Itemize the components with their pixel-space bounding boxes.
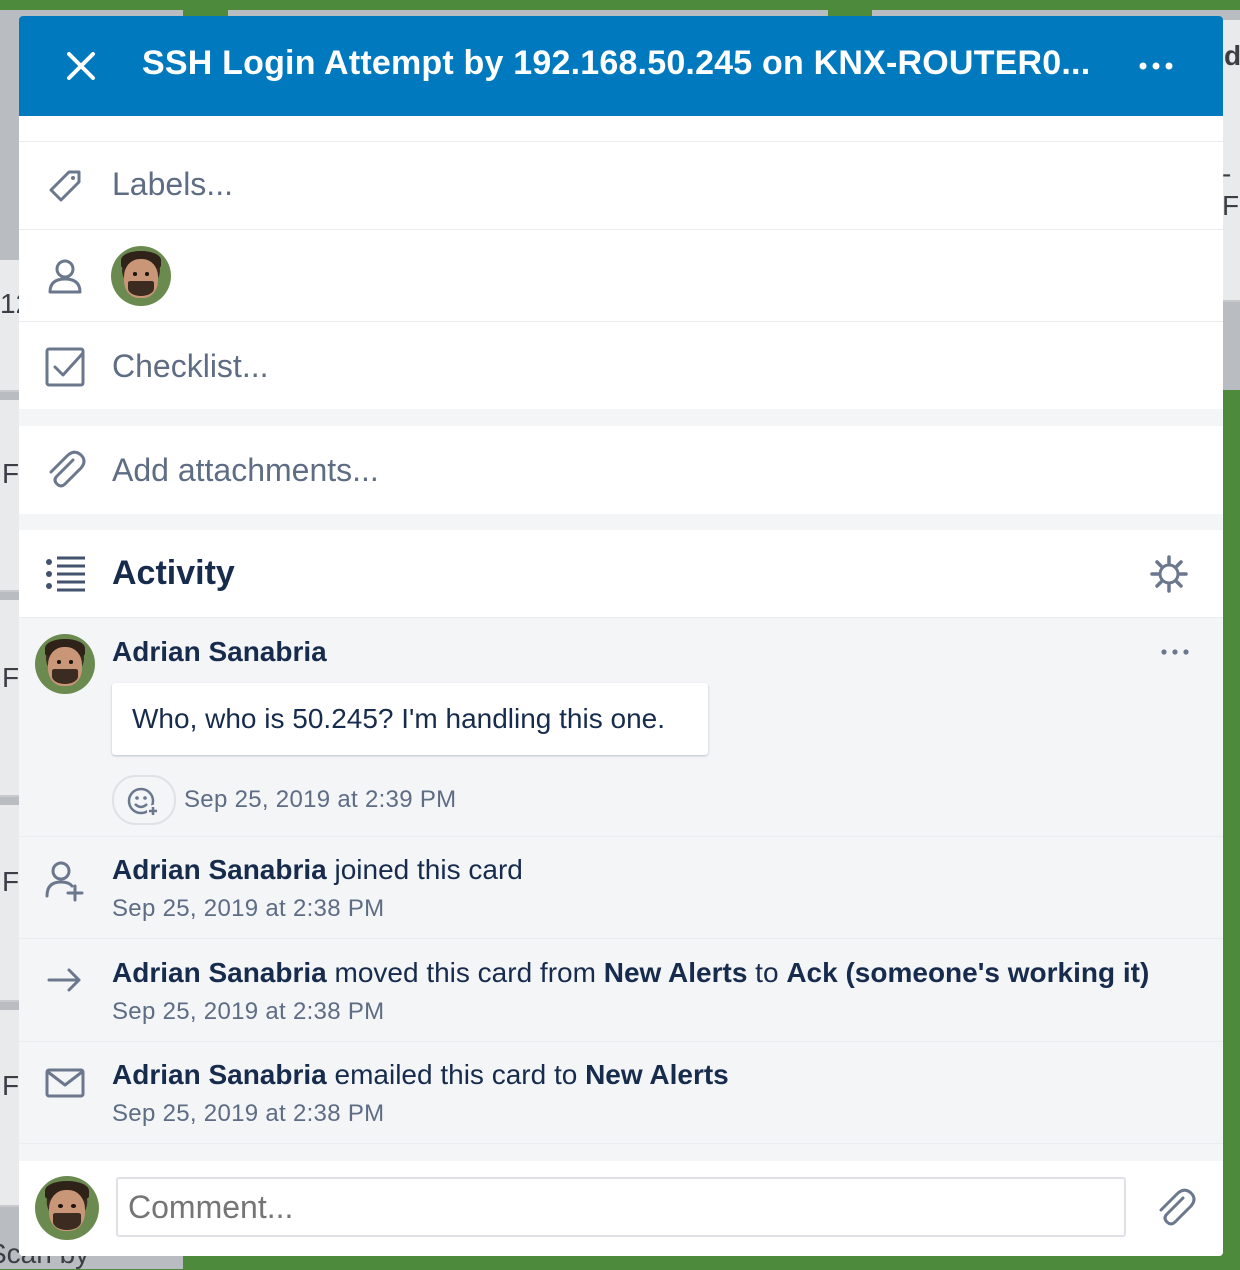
divider [19, 938, 1223, 939]
envelope-icon [45, 1068, 85, 1098]
event-text: moved this card from [326, 957, 604, 988]
board-card [0, 400, 20, 592]
gear-icon[interactable] [1149, 554, 1189, 594]
event-text: to [747, 957, 787, 988]
member-avatar[interactable] [111, 246, 171, 306]
comment-input[interactable] [116, 1177, 1126, 1237]
current-user-avatar [35, 1176, 99, 1240]
attach-paperclip-icon[interactable] [1153, 1186, 1197, 1230]
divider [19, 1143, 1223, 1144]
event-text: joined this card [326, 854, 523, 885]
card-detail-modal: SSH Login Attempt by 192.168.50.245 on K… [19, 16, 1223, 1256]
event-text: emailed this card to [326, 1059, 586, 1090]
card-header: SSH Login Attempt by 192.168.50.245 on K… [19, 16, 1223, 116]
board-card-text: F [2, 866, 20, 897]
comment-text: Who, who is 50.245? I'm handling this on… [132, 703, 665, 734]
activity-header: Activity [19, 530, 1223, 617]
close-icon[interactable] [63, 48, 99, 84]
board-card [0, 1010, 20, 1207]
labels-row[interactable]: Labels... [112, 166, 233, 203]
comment-composer [19, 1161, 1223, 1256]
member-icon [48, 259, 82, 294]
event-to-list[interactable]: Ack (someone's working it) [786, 957, 1149, 988]
add-reaction-icon [127, 787, 159, 817]
activity-list-icon [46, 556, 85, 592]
attachments-section: Add attachments... [19, 426, 1223, 514]
add-attachments-row[interactable]: Add attachments... [112, 452, 379, 489]
event-actor[interactable]: Adrian Sanabria [112, 957, 327, 988]
comment-author-name[interactable]: Adrian Sanabria [112, 636, 327, 668]
event-actor[interactable]: Adrian Sanabria [112, 1059, 327, 1090]
board-card-text: F [2, 458, 20, 489]
label-tag-icon [49, 170, 81, 202]
board-card-text: -F [1222, 158, 1240, 221]
card-details-section: Labels... Checklist... [19, 116, 1223, 409]
activity-title: Activity [112, 554, 235, 592]
comment-author-avatar[interactable] [35, 634, 95, 694]
board-card-text: d [1224, 40, 1240, 71]
checklist-icon [45, 347, 85, 387]
add-reaction-button[interactable] [112, 775, 176, 825]
checklist-row[interactable]: Checklist... [112, 348, 268, 385]
event-from-list[interactable]: New Alerts [604, 957, 748, 988]
divider [19, 836, 1223, 837]
member-add-icon [45, 861, 84, 902]
event-timestamp[interactable]: Sep 25, 2019 at 2:38 PM [112, 998, 384, 1026]
comment-timestamp[interactable]: Sep 25, 2019 at 2:39 PM [184, 786, 456, 814]
more-options-icon[interactable] [1139, 62, 1173, 70]
activity-event-joined: Adrian Sanabria joined this card [112, 854, 523, 886]
event-timestamp[interactable]: Sep 25, 2019 at 2:38 PM [112, 1100, 384, 1128]
event-to-list[interactable]: New Alerts [585, 1059, 729, 1090]
activity-event-moved: Adrian Sanabria moved this card from New… [112, 957, 1149, 989]
divider [19, 321, 1223, 322]
divider [19, 1041, 1223, 1042]
paperclip-icon [49, 450, 86, 488]
board-card-text: F [2, 662, 20, 693]
board-card [0, 600, 20, 797]
board-card [0, 805, 20, 1002]
activity-event-emailed: Adrian Sanabria emailed this card to New… [112, 1059, 729, 1091]
divider [19, 141, 1223, 142]
comment-bubble: Who, who is 50.245? I'm handling this on… [112, 683, 708, 755]
event-actor[interactable]: Adrian Sanabria [112, 854, 327, 885]
divider [19, 229, 1223, 230]
board-card-text: F [2, 1070, 20, 1101]
card-title: SSH Login Attempt by 192.168.50.245 on K… [142, 44, 1091, 82]
divider [19, 617, 1223, 618]
arrow-right-icon [47, 968, 81, 992]
event-timestamp[interactable]: Sep 25, 2019 at 2:38 PM [112, 895, 384, 923]
board-card [0, 260, 20, 392]
comment-more-icon[interactable] [1161, 648, 1189, 656]
